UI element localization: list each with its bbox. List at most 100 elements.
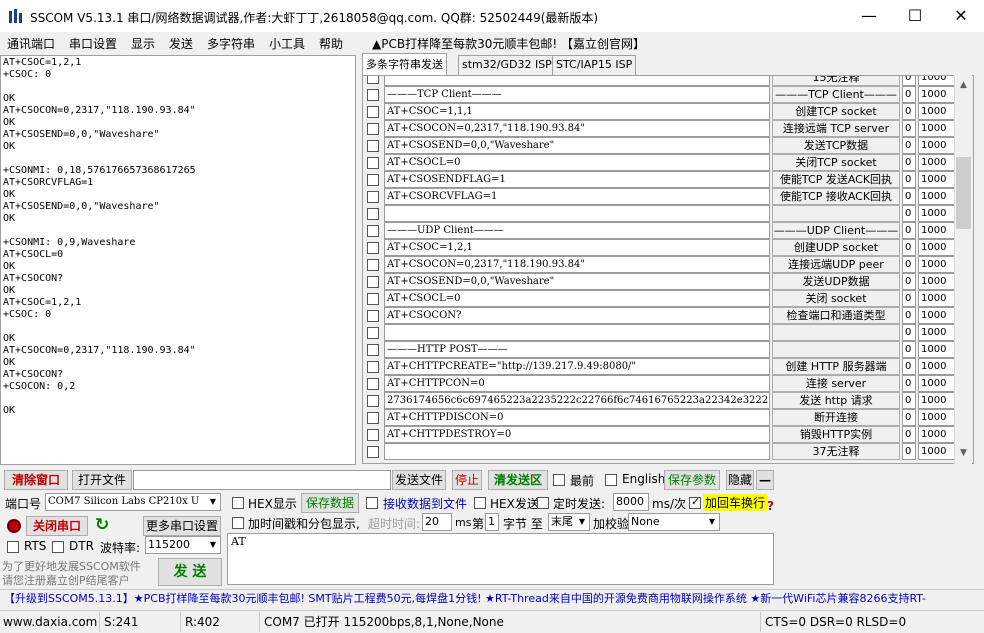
recv-to-file-checkbox[interactable] [366,497,378,509]
port-select[interactable]: COM7 Silicon Labs CP210x U ▼ [45,493,221,511]
menu-send[interactable]: 发送 [169,35,193,52]
row-send-button[interactable]: ———TCP Client——— [772,86,900,103]
baud-select[interactable]: 115200 ▼ [145,536,221,554]
row-command-input[interactable]: AT+CSOCON=0,2317,"118.190.93.84" [384,256,770,273]
row-command-input[interactable]: AT+CSOC=1,2,1 [384,239,770,256]
row-command-input[interactable] [384,76,770,86]
row-command-input[interactable] [384,324,770,341]
hex-send-checkbox[interactable] [474,497,486,509]
row-send-button[interactable] [772,324,900,341]
row-order-input[interactable]: 0 [902,239,916,256]
row-send-button[interactable]: 使能TCP 接收ACK回执 [772,188,900,205]
checksum-select[interactable]: None ▼ [628,513,720,531]
row-order-input[interactable]: 0 [902,409,916,426]
row-enable-checkbox[interactable] [367,293,379,305]
menu-help[interactable]: 帮助 [319,35,343,52]
row-order-input[interactable]: 0 [902,426,916,443]
row-order-input[interactable]: 0 [902,103,916,120]
byte-end-select[interactable]: 末尾 ▼ [548,513,590,531]
row-enable-checkbox[interactable] [367,412,379,424]
menu-display[interactable]: 显示 [131,35,155,52]
row-command-input[interactable]: ———TCP Client——— [384,86,770,103]
row-send-button[interactable]: 关闭 socket [772,290,900,307]
row-enable-checkbox[interactable] [367,276,379,288]
row-command-input[interactable]: AT+CSOSEND=0,0,"Waveshare" [384,273,770,290]
close-port-button[interactable]: 关闭串口 [26,516,88,536]
row-order-input[interactable]: 0 [902,171,916,188]
row-send-button[interactable]: 断开连接 [772,409,900,426]
row-send-button[interactable]: 发送TCP数据 [772,137,900,154]
row-send-button[interactable]: ———UDP Client——— [772,222,900,239]
clear-send-button[interactable]: 清发送区 [488,470,548,490]
minimize-button[interactable]: — [846,0,892,32]
row-order-input[interactable]: 0 [902,443,916,460]
close-button[interactable]: ✕ [938,0,984,32]
timeout-input[interactable]: 20 [422,513,452,531]
add-crlf-checkbox[interactable]: ✓ [689,495,701,509]
row-order-input[interactable]: 0 [902,256,916,273]
info-ticker[interactable]: 【升级到SSCOM5.13.1】★PCB打样降至每款30元顺丰包邮! SMT贴片… [0,589,984,609]
row-send-button[interactable]: 检查端口和通道类型 [772,307,900,324]
send-textbox[interactable]: AT [227,533,774,585]
row-order-input[interactable]: 0 [902,358,916,375]
tab-multi-string[interactable]: 多条字符串发送 [362,53,447,75]
row-command-input[interactable]: AT+CSORCVFLAG=1 [384,188,770,205]
row-command-input[interactable]: AT+CSOCL=0 [384,154,770,171]
row-command-input[interactable]: 2736174656c6c697465223a2235222c22766f6c7… [384,392,770,409]
row-send-button[interactable]: 37无注释 [772,443,900,460]
topmost-checkbox[interactable] [553,474,565,486]
row-order-input[interactable]: 0 [902,307,916,324]
row-command-input[interactable]: AT+CSOCON? [384,307,770,324]
row-command-input[interactable]: AT+CSOSENDFLAG=1 [384,171,770,188]
help-icon[interactable]: ? [767,499,774,513]
row-order-input[interactable]: 0 [902,154,916,171]
row-command-input[interactable]: ———HTTP POST——— [384,341,770,358]
receive-area[interactable]: AT+CSOC=1,2,1 +CSOC: 0 OK AT+CSOCON=0,2317,… [0,55,356,465]
row-order-input[interactable]: 0 [902,324,916,341]
row-enable-checkbox[interactable] [367,378,379,390]
row-enable-checkbox[interactable] [367,89,379,101]
row-enable-checkbox[interactable] [367,123,379,135]
send-button[interactable]: 发 送 [158,558,222,586]
row-enable-checkbox[interactable] [367,140,379,152]
row-enable-checkbox[interactable] [367,259,379,271]
row-send-button[interactable] [772,205,900,222]
row-order-input[interactable]: 0 [902,222,916,239]
maximize-button[interactable]: ☐ [892,0,938,32]
tab-stc-isp[interactable]: STC/IAP15 ISP [552,55,637,75]
row-order-input[interactable]: 0 [902,273,916,290]
byte-input[interactable]: 1 [485,513,499,531]
row-command-input[interactable]: AT+CSOC=1,1,1 [384,103,770,120]
row-command-input[interactable]: AT+CSOCL=0 [384,290,770,307]
row-order-input[interactable]: 0 [902,120,916,137]
refresh-icon[interactable]: ↻ [95,515,109,535]
row-send-button[interactable]: 关闭TCP socket [772,154,900,171]
row-order-input[interactable]: 0 [902,76,916,86]
row-order-input[interactable]: 0 [902,205,916,222]
row-enable-checkbox[interactable] [367,208,379,220]
row-enable-checkbox[interactable] [367,361,379,373]
hex-display-checkbox[interactable] [232,497,244,509]
row-send-button[interactable]: 销毁HTTP实例 [772,426,900,443]
row-enable-checkbox[interactable] [367,174,379,186]
row-enable-checkbox[interactable] [367,106,379,118]
row-order-input[interactable]: 0 [902,392,916,409]
dtr-checkbox[interactable] [52,541,64,553]
row-command-input[interactable]: AT+CHTTPDISCON=0 [384,409,770,426]
row-send-button[interactable]: 连接远端 TCP server [772,120,900,137]
menu-tools[interactable]: 小工具 [269,35,305,52]
row-send-button[interactable]: 使能TCP 发送ACK回执 [772,171,900,188]
row-command-input[interactable]: AT+CHTTPCON=0 [384,375,770,392]
row-send-button[interactable]: 连接远端UDP peer [772,256,900,273]
row-send-button[interactable]: 连接 server [772,375,900,392]
row-order-input[interactable]: 0 [902,188,916,205]
menu-comm-port[interactable]: 通讯端口 [7,35,55,52]
row-enable-checkbox[interactable] [367,310,379,322]
row-send-button[interactable]: 发送 http 请求 [772,392,900,409]
tab-stm32-isp[interactable]: stm32/GD32 ISP [458,55,556,75]
row-send-button[interactable]: 发送UDP数据 [772,273,900,290]
open-file-button[interactable]: 打开文件 [72,470,132,490]
clear-window-button[interactable]: 清除窗口 [4,470,68,490]
row-order-input[interactable]: 0 [902,290,916,307]
row-command-input[interactable]: AT+CSOCON=0,2317,"118.190.93.84" [384,120,770,137]
